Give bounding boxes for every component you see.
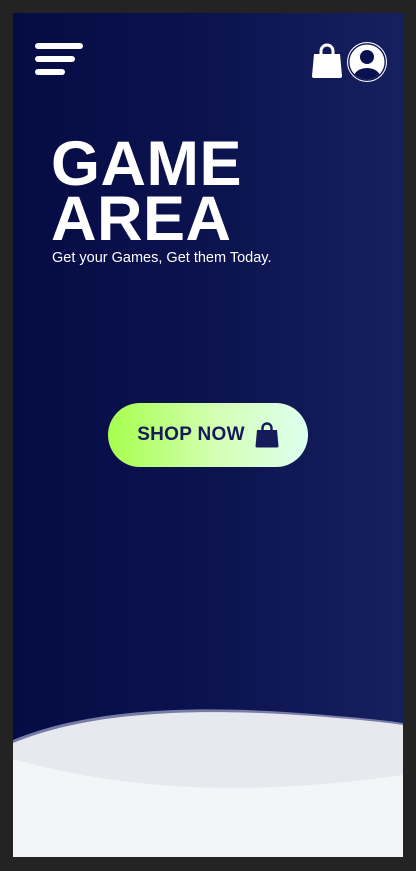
- hero-title: GAME AREA: [51, 133, 242, 254]
- shop-now-button[interactable]: SHOP NOW: [108, 403, 308, 467]
- hero-subtitle: Get your Games, Get them Today.: [52, 250, 272, 266]
- cart-button[interactable]: [311, 43, 343, 79]
- app-screen: GAME AREA Get your Games, Get them Today…: [13, 13, 403, 857]
- shop-now-label: SHOP NOW: [137, 424, 245, 445]
- hero-title-line-2: AREA: [51, 184, 232, 254]
- user-avatar-icon: [347, 42, 387, 82]
- menu-line: [35, 56, 75, 62]
- menu-line: [35, 43, 83, 49]
- bottom-wave-decoration: [13, 709, 403, 857]
- menu-line: [35, 69, 65, 75]
- shopping-bag-icon: [255, 422, 279, 448]
- shopping-bag-icon: [312, 43, 342, 78]
- profile-button[interactable]: [346, 41, 388, 83]
- menu-button[interactable]: [35, 43, 83, 77]
